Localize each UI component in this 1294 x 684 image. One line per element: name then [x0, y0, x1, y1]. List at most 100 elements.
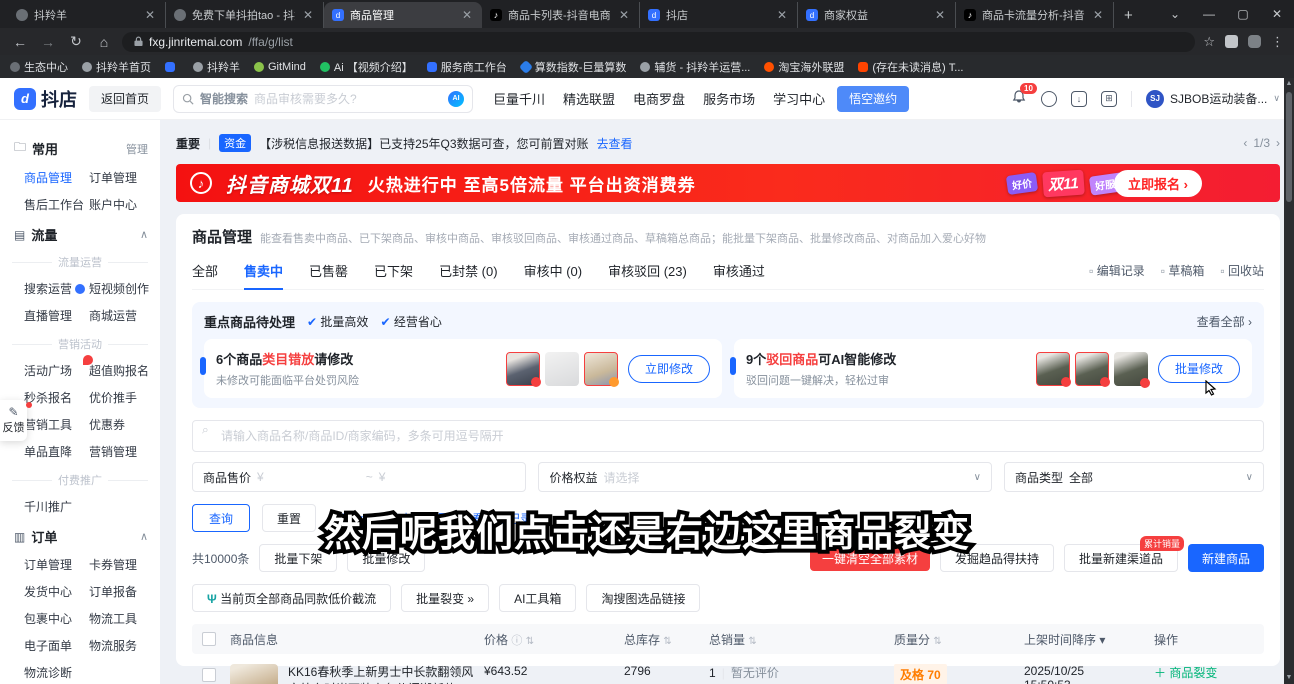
chevron-up-icon[interactable]: ∧ — [140, 228, 148, 241]
browser-tab[interactable]: 免费下单抖拍tao - 抖羚羊运营✕ — [166, 2, 324, 28]
lowprice-intercept-button[interactable]: Ψ 当前页全部商品同款低价截流 — [192, 584, 391, 612]
scrollbar-thumb[interactable] — [1286, 92, 1292, 202]
price-min-input[interactable] — [270, 470, 360, 484]
chevron-up-icon[interactable]: ∧ — [140, 530, 148, 543]
tab-onsale[interactable]: 售卖中 — [244, 261, 283, 280]
pager-prev-icon[interactable]: ‹ — [1243, 136, 1247, 150]
sidebar-item-account-center[interactable]: 账户中心 — [89, 196, 154, 213]
notification-bell-icon[interactable]: 10 — [1011, 89, 1027, 108]
manage-link[interactable]: 管理 — [126, 141, 148, 157]
tab-close-icon[interactable]: ✕ — [460, 8, 474, 22]
recycle-bin-link[interactable]: 回收站 — [1220, 262, 1264, 279]
banner-signup-button[interactable]: 立即报名 › — [1114, 170, 1202, 197]
reset-button[interactable]: 重置 — [262, 504, 316, 532]
nav-compass[interactable]: 电商罗盘 — [633, 89, 685, 108]
address-bar[interactable]: fxg.jinritemai.com/ffa/g/list — [122, 32, 1195, 52]
nav-qianchuan[interactable]: 巨量千川 — [493, 89, 545, 108]
forward-button[interactable]: → — [38, 34, 58, 50]
price-range-filter[interactable]: 商品售价 ¥ ~ ¥ — [192, 462, 526, 492]
tao-image-pick-button[interactable]: 淘搜图选品链接 — [586, 584, 700, 612]
sidebar-item-qianchuan-promo[interactable]: 千川推广 — [24, 498, 89, 515]
section-traffic[interactable]: ▤流量∧ — [0, 217, 160, 246]
sidebar-item-price-push[interactable]: 优价推手 — [89, 389, 154, 406]
product-type-select[interactable]: 商品类型 全部 ∨ — [1004, 462, 1264, 492]
maximize-button[interactable]: ▢ — [1226, 7, 1260, 21]
back-home-button[interactable]: 返回首页 — [89, 86, 161, 112]
sidebar-item-order-report[interactable]: 订单报备 — [89, 583, 154, 600]
bookmark-item[interactable]: Ai 【视频介绍】 — [320, 59, 413, 75]
back-button[interactable]: ← — [10, 34, 30, 50]
browser-tab-active[interactable]: d商品管理✕ — [324, 2, 482, 28]
time-sort-header[interactable]: 上架时间降序 ▾ — [1024, 631, 1154, 648]
smart-search-input[interactable]: 智能搜索 商品审核需要多久? AI — [173, 85, 473, 113]
browser-tab[interactable]: ♪商品卡列表-抖音电商罗盘✕ — [482, 2, 640, 28]
tab-all[interactable]: 全部 — [192, 261, 218, 280]
nav-learn[interactable]: 学习中心 — [773, 89, 825, 108]
tab-banned[interactable]: 已封禁 (0) — [439, 261, 498, 280]
new-tab-button[interactable]: + — [1114, 2, 1143, 28]
sidebar-item-parcel-center[interactable]: 包裹中心 — [24, 610, 89, 627]
sidebar-item-order-mgmt[interactable]: 订单管理 — [89, 169, 154, 186]
sidebar-item-seckill[interactable]: 秒杀报名 — [24, 389, 89, 406]
bookmark-item[interactable]: 抖羚羊首页 — [82, 59, 151, 75]
view-all-link[interactable]: 查看全部 › — [1197, 313, 1252, 330]
double11-banner[interactable]: ♪ 抖音商城双11 火热进行中 至高5倍流量 平台出资消费券 好价 双11 好服… — [176, 164, 1280, 202]
sidebar-item-value-buy[interactable]: 超值购报名 — [89, 362, 154, 379]
browser-tab[interactable]: d抖店✕ — [640, 2, 798, 28]
bookmark-item[interactable]: (存在未读消息) T... — [858, 59, 963, 75]
doudian-logo[interactable]: d抖店 — [14, 86, 77, 112]
browser-menu-icon[interactable]: ⌄ — [1158, 7, 1192, 21]
ai-assistant-icon[interactable]: AI — [448, 91, 464, 107]
sidebar-item-coupon[interactable]: 优惠券 — [89, 416, 154, 433]
download-icon[interactable]: ↓ — [1071, 91, 1087, 107]
sidebar-item-marketing-mgmt[interactable]: 营销管理 — [89, 443, 154, 460]
sidebar-item-single-discount[interactable]: 单品直降 — [24, 443, 89, 460]
tab-close-icon[interactable]: ✕ — [143, 8, 157, 22]
sidebar-item-activity-square[interactable]: 活动广场 — [24, 362, 89, 379]
sidebar-item-e-waybill[interactable]: 电子面单 — [24, 637, 89, 654]
home-button[interactable]: ⌂ — [94, 34, 114, 50]
minimize-button[interactable]: — — [1192, 7, 1226, 21]
browser-tab[interactable]: 抖羚羊✕ — [8, 2, 166, 28]
sidebar-item-card-coupon[interactable]: 卡券管理 — [89, 556, 154, 573]
sidebar-item-order-mgmt2[interactable]: 订单管理 — [24, 556, 89, 573]
tab-soldout[interactable]: 已售罄 — [309, 261, 348, 280]
price-rights-select[interactable]: 价格权益 请选择 ∨ — [538, 462, 991, 492]
nav-jingxuan[interactable]: 精选联盟 — [563, 89, 615, 108]
tab-close-icon[interactable]: ✕ — [301, 8, 315, 22]
sidebar-item-video-create[interactable]: 短视频创作 — [89, 280, 154, 297]
section-common[interactable]: 🗀常用管理 — [0, 130, 160, 161]
helpdesk-icon[interactable] — [1041, 91, 1057, 107]
tab-offshelf[interactable]: 已下架 — [374, 261, 413, 280]
product-title[interactable]: KK16春秋季上新男士中长款翻领风衣外套时尚西装商务休闲潮新款... — [288, 664, 484, 684]
close-button[interactable]: ✕ — [1260, 7, 1294, 21]
bookmark-item[interactable]: 算数指数-巨量算数 — [521, 59, 627, 75]
reload-button[interactable]: ↻ — [66, 33, 86, 50]
section-orders[interactable]: ▥订单∧ — [0, 519, 160, 548]
sort-icon[interactable]: ⇅ — [933, 636, 941, 647]
pager-next-icon[interactable]: › — [1276, 136, 1280, 150]
sidebar-item-shipping-center[interactable]: 发货中心 — [24, 583, 89, 600]
new-product-button[interactable]: 新建商品 — [1188, 544, 1264, 572]
batch-fix-button[interactable]: 批量修改 — [1158, 355, 1240, 383]
scroll-up-icon[interactable]: ▲ — [1284, 78, 1294, 90]
sidebar-item-aftersale-desk[interactable]: 售后工作台 — [24, 196, 89, 213]
bookmark-item[interactable]: 服务商工作台 — [427, 59, 507, 75]
extensions-icon[interactable] — [1225, 35, 1238, 48]
row-checkbox[interactable] — [202, 668, 216, 682]
sidebar-item-logistics-tools[interactable]: 物流工具 — [89, 610, 154, 627]
bookmark-item[interactable]: 辅货 - 抖羚羊运营... — [640, 59, 750, 75]
price-max-input[interactable] — [391, 470, 481, 484]
account-menu[interactable]: SJ SJBOB运动装备... ∨ — [1146, 90, 1280, 108]
sidebar-item-product-mgmt[interactable]: 商品管理 — [24, 169, 89, 186]
tab-close-icon[interactable]: ✕ — [775, 8, 789, 22]
sort-icon[interactable]: ⇅ — [526, 636, 534, 647]
table-row[interactable]: KK16春秋季上新男士中长款翻领风衣外套时尚西装商务休闲潮新款... ID:37… — [192, 654, 1264, 684]
sidebar-item-logistics-service[interactable]: 物流服务 — [89, 637, 154, 654]
apps-grid-icon[interactable]: ⊞ — [1101, 91, 1117, 107]
tab-close-icon[interactable]: ✕ — [1091, 8, 1105, 22]
profile-icon[interactable] — [1248, 35, 1261, 48]
browser-tab[interactable]: d商家权益✕ — [798, 2, 956, 28]
select-all-checkbox[interactable] — [202, 632, 216, 646]
tab-approved[interactable]: 审核通过 — [713, 261, 765, 280]
